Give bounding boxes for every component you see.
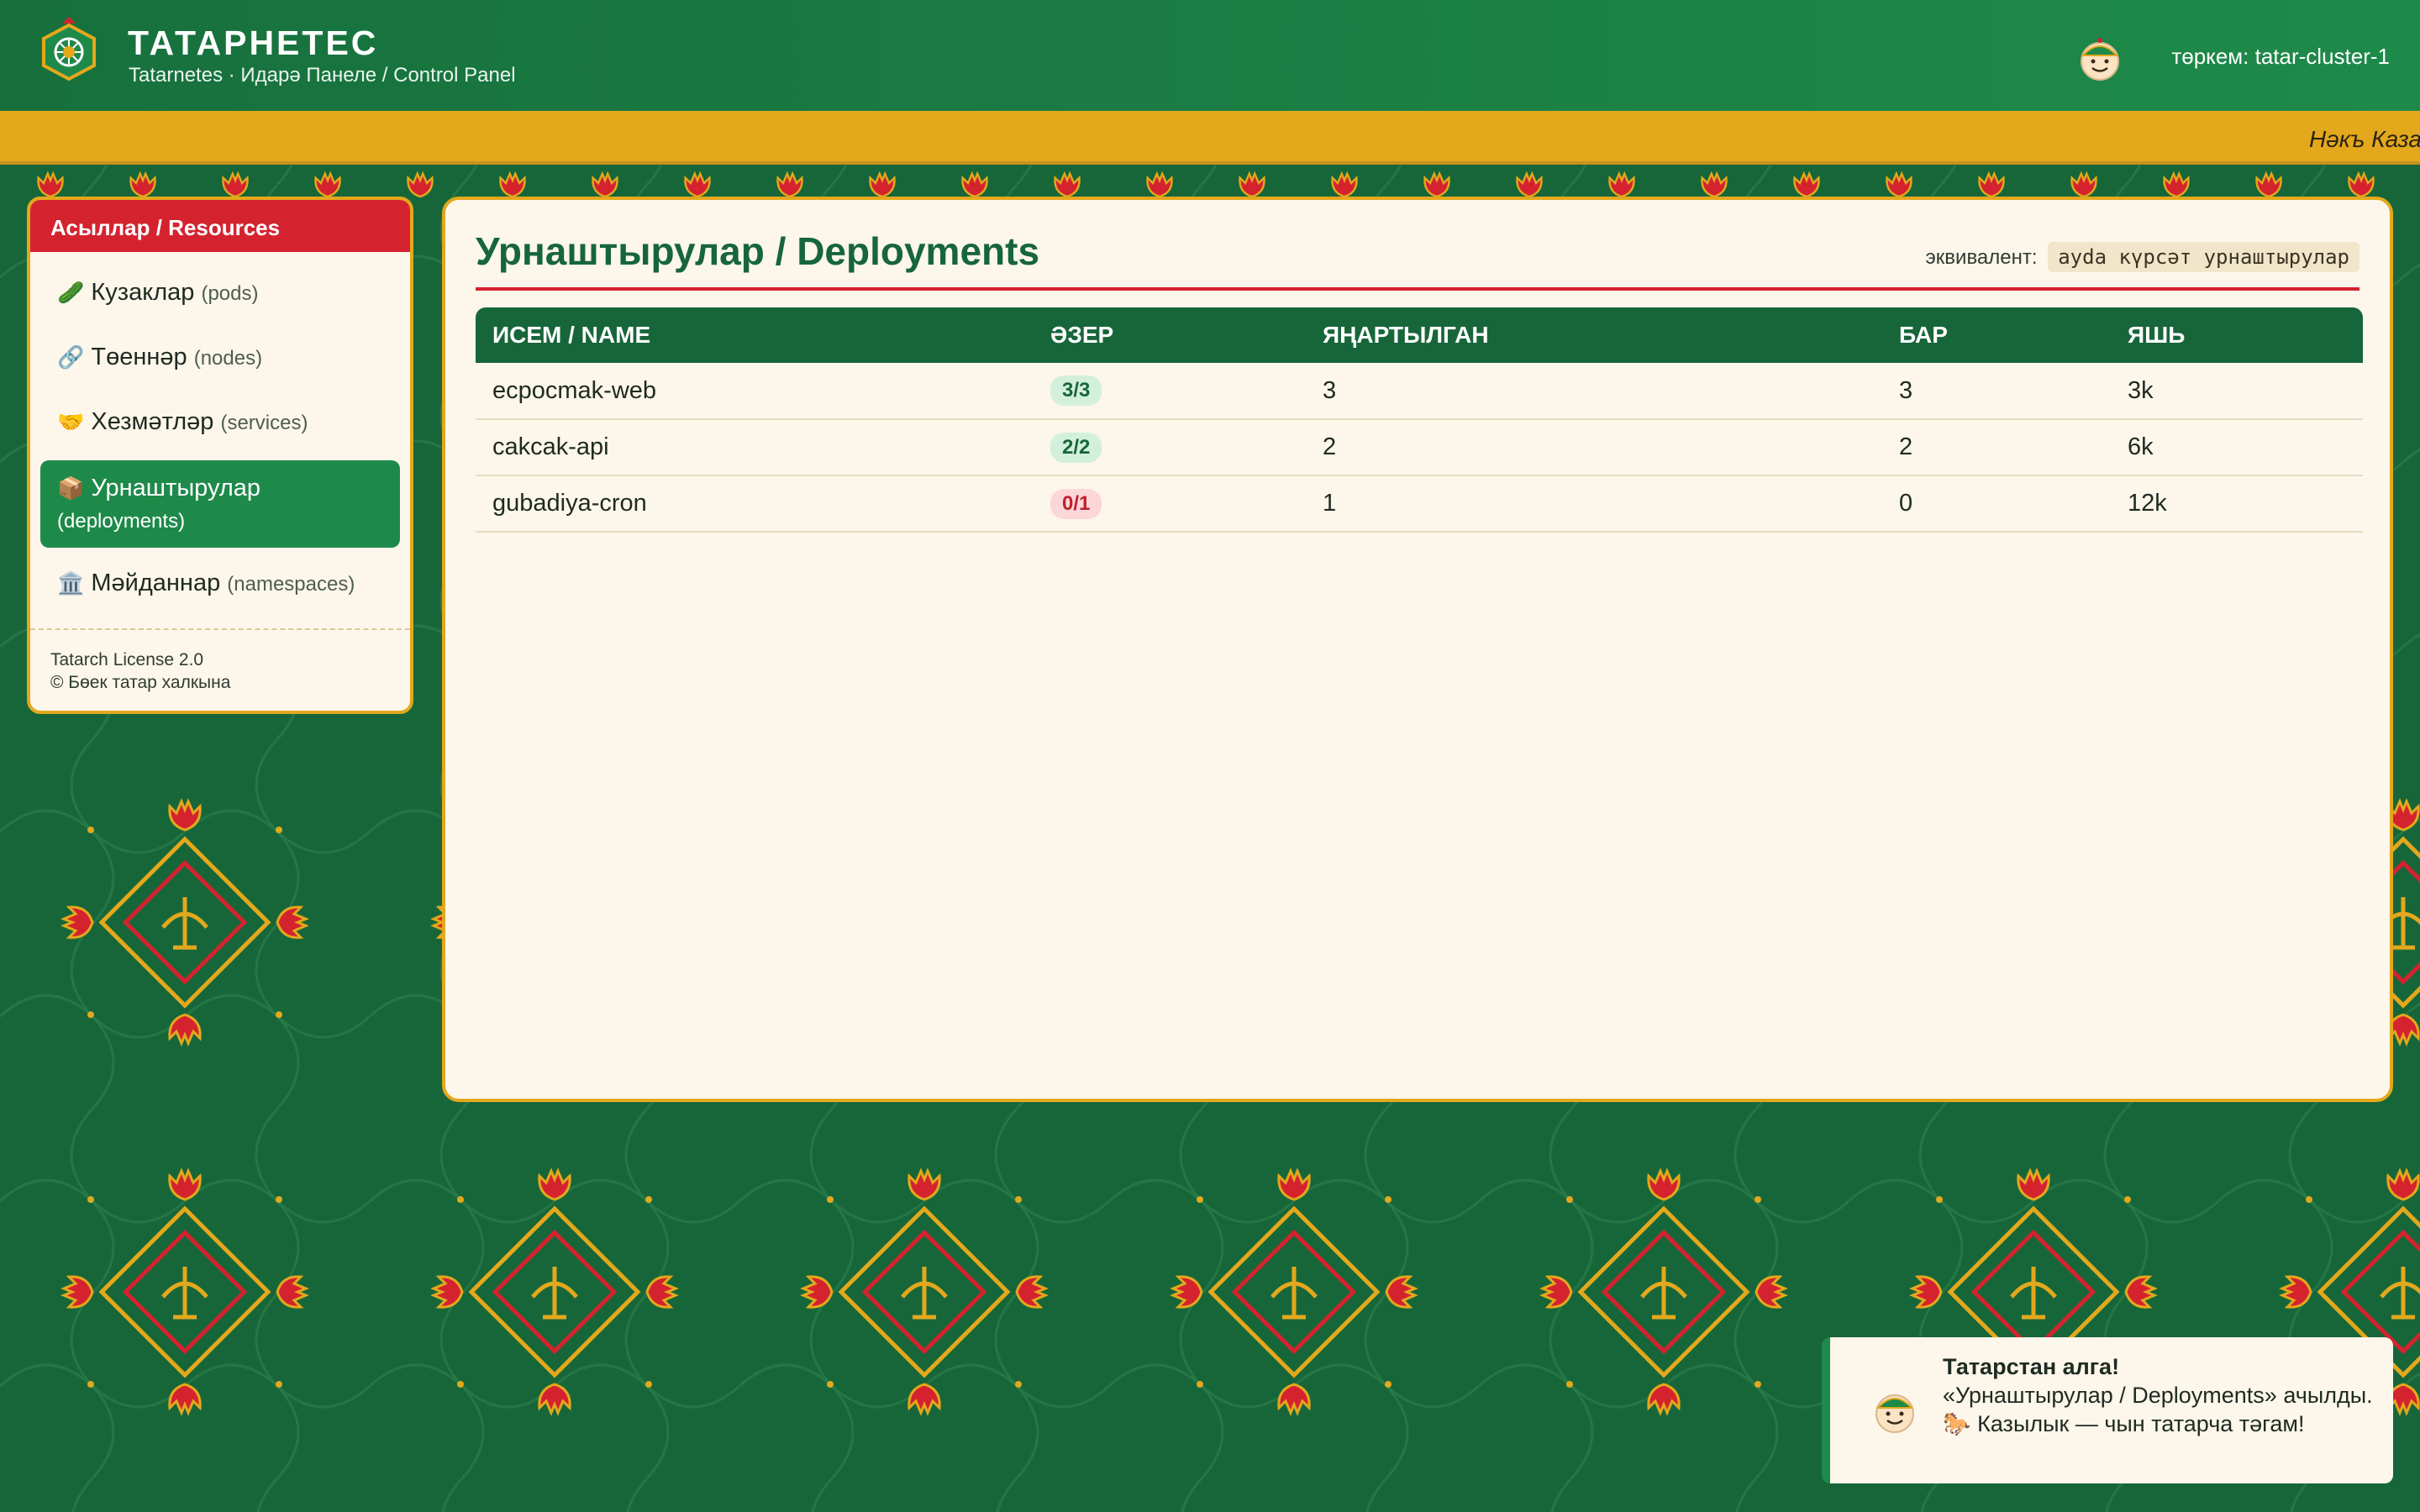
notification-toast[interactable]: Татарстан алга! «Урнаштырулар / Deployme… [1822, 1337, 2393, 1483]
table-header-row: ИСЕМ / NAME ӘЗЕР ЯҢАРТЫЛГАН БАР ЯШЬ [476, 307, 2363, 363]
updated-cell: 2 [1306, 419, 1882, 476]
news-ticker: Нәкъ Каза [0, 111, 2420, 165]
sidebar-item-en-label: (deployments) [57, 510, 186, 533]
link-icon: 🔗 [57, 344, 85, 370]
deployment-name[interactable]: cakcak-api [476, 419, 1034, 476]
user-avatar-icon[interactable] [2075, 34, 2124, 82]
sidebar-item-nodes[interactable]: 🔗 Төеннәр (nodes) [40, 330, 400, 384]
sidebar-item-services[interactable]: 🤝 Хезмәтләр (services) [40, 395, 400, 449]
deployment-name[interactable]: gubadiya-cron [476, 475, 1034, 533]
table-row[interactable]: gubadiya-cron 0/1 1 0 12k [476, 475, 2363, 533]
column-header-ready[interactable]: ӘЗЕР [1034, 307, 1306, 363]
sidebar-heading: Асыллар / Resources [30, 200, 410, 252]
table-row[interactable]: ecpocmak-web 3/3 3 3 3k [476, 363, 2363, 420]
updated-cell: 1 [1306, 475, 1882, 533]
available-cell: 3 [1882, 363, 2111, 420]
sidebar-item-pods[interactable]: 🥒 Кузаклар (pods) [40, 265, 400, 319]
available-cell: 0 [1882, 475, 2111, 533]
cluster-selector[interactable]: төркем: tatar-cluster-1 [2171, 44, 2390, 70]
sidebar-item-label: Хезмәтләр [91, 408, 214, 435]
ready-cell: 3/3 [1034, 363, 1306, 420]
classical-building-icon: 🏛️ [57, 570, 85, 596]
page-title: Урнаштырулар / Deployments [476, 229, 1040, 273]
package-icon: 📦 [57, 475, 85, 501]
toast-body: Татарстан алга! «Урнаштырулар / Deployme… [1943, 1352, 2380, 1438]
column-header-age[interactable]: ЯШЬ [2111, 307, 2363, 363]
sidebar-item-label: Урнаштырулар [91, 475, 261, 501]
sidebar-item-label: Төеннәр [91, 344, 187, 370]
toast-message: «Урнаштырулар / Deployments» ачылды. 🐎 К… [1943, 1383, 2373, 1436]
mascot-avatar-icon [1876, 1394, 1914, 1433]
ready-badge: 2/2 [1050, 432, 1102, 463]
sidebar-item-en-label: (pods) [201, 282, 259, 305]
cucumber-icon: 🥒 [57, 280, 85, 305]
title-divider [476, 287, 2360, 291]
app-header: ТАТАРНЕТЕС Tatarnetes · Идарә Панеле / C… [0, 0, 2420, 111]
app-subtitle: Tatarnetes · Идарә Панеле / Control Pane… [129, 64, 516, 87]
available-cell: 2 [1882, 419, 2111, 476]
ready-cell: 2/2 [1034, 419, 1306, 476]
tatarnetes-logo-icon [42, 17, 96, 81]
column-header-name[interactable]: ИСЕМ / NAME [476, 307, 1034, 363]
resources-sidebar: Асыллар / Resources 🥒 Кузаклар (pods) 🔗 Тө… [27, 197, 413, 714]
sidebar-divider [30, 628, 410, 630]
equivalent-command: эквивалент: ayda күрсәт урнаштырулар [1926, 242, 2360, 272]
deployment-name[interactable]: ecpocmak-web [476, 363, 1034, 420]
ticker-text: Нәкъ Каза [2309, 126, 2420, 152]
updated-cell: 3 [1306, 363, 1882, 420]
sidebar-item-label: Кузаклар [91, 279, 195, 306]
age-cell: 6k [2111, 419, 2363, 476]
main-panel: Урнаштырулар / Deployments эквивалент: a… [442, 197, 2393, 1102]
age-cell: 3k [2111, 363, 2363, 420]
handshake-icon: 🤝 [57, 409, 85, 434]
sidebar-item-en-label: (services) [220, 412, 308, 434]
sidebar-footer: Tatarch License 2.0 © Бөек татар халкына [50, 648, 230, 694]
equivalent-command-code: ayda күрсәт урнаштырулар [2048, 242, 2360, 272]
ready-badge: 0/1 [1050, 488, 1102, 519]
sidebar-item-en-label: (namespaces) [227, 573, 355, 596]
ready-badge: 3/3 [1050, 375, 1102, 406]
sidebar-item-deployments[interactable]: 📦 Урнаштырулар (deployments) [40, 460, 400, 548]
column-header-available[interactable]: БАР [1882, 307, 2111, 363]
sidebar-item-label: Мәйданнар [91, 570, 221, 596]
sidebar-item-namespaces[interactable]: 🏛️ Мәйданнар (namespaces) [40, 556, 400, 610]
copyright-text: © Бөек татар халкына [50, 673, 231, 692]
table-row[interactable]: cakcak-api 2/2 2 2 6k [476, 419, 2363, 476]
deployments-table: ИСЕМ / NAME ӘЗЕР ЯҢАРТЫЛГАН БАР ЯШЬ ecpo… [476, 307, 2363, 533]
equivalent-label: эквивалент: [1925, 246, 2038, 269]
license-text: Tatarch License 2.0 [50, 650, 204, 669]
age-cell: 12k [2111, 475, 2363, 533]
toast-title: Татарстан алга! [1943, 1354, 2120, 1379]
ready-cell: 0/1 [1034, 475, 1306, 533]
sidebar-item-en-label: (nodes) [193, 347, 263, 370]
app-title: ТАТАРНЕТЕС [128, 24, 379, 62]
column-header-updated[interactable]: ЯҢАРТЫЛГАН [1306, 307, 1882, 363]
